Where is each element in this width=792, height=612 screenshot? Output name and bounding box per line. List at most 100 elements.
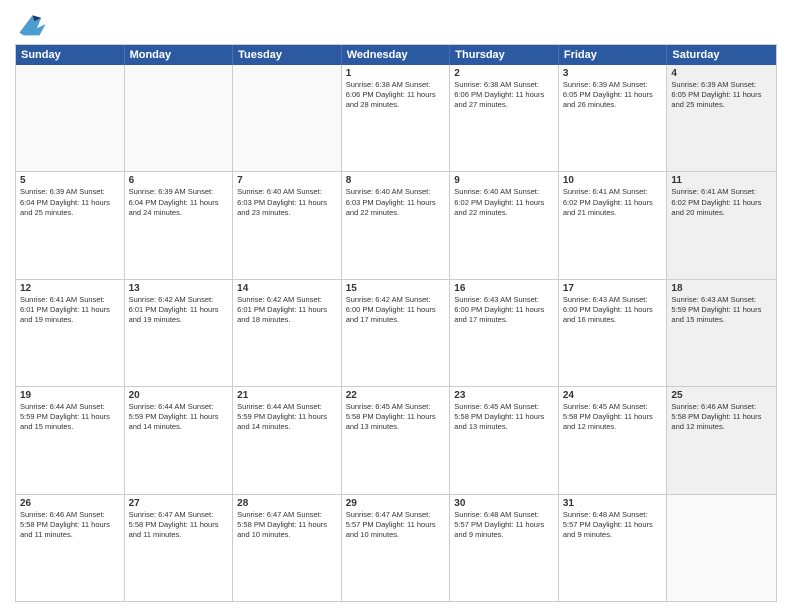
day-number-3: 3: [563, 68, 663, 79]
calendar-cell-2-6: 18Sunrise: 6:43 AM Sunset: 5:59 PM Dayli…: [667, 280, 776, 386]
calendar-cell-1-0: 5Sunrise: 6:39 AM Sunset: 6:04 PM Daylig…: [16, 172, 125, 278]
calendar: SundayMondayTuesdayWednesdayThursdayFrid…: [15, 44, 777, 602]
calendar-cell-3-4: 23Sunrise: 6:45 AM Sunset: 5:58 PM Dayli…: [450, 387, 559, 493]
day-number-13: 13: [129, 283, 229, 294]
day-info-7: Sunrise: 6:40 AM Sunset: 6:03 PM Dayligh…: [237, 187, 337, 217]
day-info-14: Sunrise: 6:42 AM Sunset: 6:01 PM Dayligh…: [237, 295, 337, 325]
calendar-cell-1-3: 8Sunrise: 6:40 AM Sunset: 6:03 PM Daylig…: [342, 172, 451, 278]
day-number-16: 16: [454, 283, 554, 294]
header-day-sunday: Sunday: [16, 45, 125, 65]
day-number-18: 18: [671, 283, 772, 294]
day-info-19: Sunrise: 6:44 AM Sunset: 5:59 PM Dayligh…: [20, 402, 120, 432]
logo-icon: [15, 10, 50, 38]
day-number-29: 29: [346, 498, 446, 509]
calendar-cell-4-0: 26Sunrise: 6:46 AM Sunset: 5:58 PM Dayli…: [16, 495, 125, 601]
calendar-cell-1-5: 10Sunrise: 6:41 AM Sunset: 6:02 PM Dayli…: [559, 172, 668, 278]
day-number-21: 21: [237, 390, 337, 401]
calendar-row-2: 12Sunrise: 6:41 AM Sunset: 6:01 PM Dayli…: [16, 280, 776, 387]
day-info-25: Sunrise: 6:46 AM Sunset: 5:58 PM Dayligh…: [671, 402, 772, 432]
day-number-4: 4: [671, 68, 772, 79]
day-number-14: 14: [237, 283, 337, 294]
day-info-17: Sunrise: 6:43 AM Sunset: 6:00 PM Dayligh…: [563, 295, 663, 325]
calendar-cell-1-6: 11Sunrise: 6:41 AM Sunset: 6:02 PM Dayli…: [667, 172, 776, 278]
day-info-3: Sunrise: 6:39 AM Sunset: 6:05 PM Dayligh…: [563, 80, 663, 110]
calendar-row-1: 5Sunrise: 6:39 AM Sunset: 6:04 PM Daylig…: [16, 172, 776, 279]
calendar-cell-2-0: 12Sunrise: 6:41 AM Sunset: 6:01 PM Dayli…: [16, 280, 125, 386]
day-number-10: 10: [563, 175, 663, 186]
calendar-cell-3-2: 21Sunrise: 6:44 AM Sunset: 5:59 PM Dayli…: [233, 387, 342, 493]
day-info-18: Sunrise: 6:43 AM Sunset: 5:59 PM Dayligh…: [671, 295, 772, 325]
day-info-28: Sunrise: 6:47 AM Sunset: 5:58 PM Dayligh…: [237, 510, 337, 540]
day-info-10: Sunrise: 6:41 AM Sunset: 6:02 PM Dayligh…: [563, 187, 663, 217]
day-number-28: 28: [237, 498, 337, 509]
day-info-5: Sunrise: 6:39 AM Sunset: 6:04 PM Dayligh…: [20, 187, 120, 217]
calendar-cell-2-4: 16Sunrise: 6:43 AM Sunset: 6:00 PM Dayli…: [450, 280, 559, 386]
day-info-11: Sunrise: 6:41 AM Sunset: 6:02 PM Dayligh…: [671, 187, 772, 217]
calendar-cell-4-6: [667, 495, 776, 601]
calendar-cell-0-2: [233, 65, 342, 171]
header-day-wednesday: Wednesday: [342, 45, 451, 65]
day-info-30: Sunrise: 6:48 AM Sunset: 5:57 PM Dayligh…: [454, 510, 554, 540]
day-info-24: Sunrise: 6:45 AM Sunset: 5:58 PM Dayligh…: [563, 402, 663, 432]
day-info-4: Sunrise: 6:39 AM Sunset: 6:05 PM Dayligh…: [671, 80, 772, 110]
day-info-1: Sunrise: 6:38 AM Sunset: 6:06 PM Dayligh…: [346, 80, 446, 110]
page: SundayMondayTuesdayWednesdayThursdayFrid…: [0, 0, 792, 612]
day-number-17: 17: [563, 283, 663, 294]
day-number-27: 27: [129, 498, 229, 509]
day-info-15: Sunrise: 6:42 AM Sunset: 6:00 PM Dayligh…: [346, 295, 446, 325]
calendar-cell-3-0: 19Sunrise: 6:44 AM Sunset: 5:59 PM Dayli…: [16, 387, 125, 493]
day-info-29: Sunrise: 6:47 AM Sunset: 5:57 PM Dayligh…: [346, 510, 446, 540]
calendar-row-3: 19Sunrise: 6:44 AM Sunset: 5:59 PM Dayli…: [16, 387, 776, 494]
day-info-31: Sunrise: 6:48 AM Sunset: 5:57 PM Dayligh…: [563, 510, 663, 540]
calendar-cell-0-3: 1Sunrise: 6:38 AM Sunset: 6:06 PM Daylig…: [342, 65, 451, 171]
day-info-13: Sunrise: 6:42 AM Sunset: 6:01 PM Dayligh…: [129, 295, 229, 325]
day-number-26: 26: [20, 498, 120, 509]
calendar-cell-1-2: 7Sunrise: 6:40 AM Sunset: 6:03 PM Daylig…: [233, 172, 342, 278]
calendar-cell-1-4: 9Sunrise: 6:40 AM Sunset: 6:02 PM Daylig…: [450, 172, 559, 278]
header-day-tuesday: Tuesday: [233, 45, 342, 65]
calendar-cell-4-1: 27Sunrise: 6:47 AM Sunset: 5:58 PM Dayli…: [125, 495, 234, 601]
day-info-6: Sunrise: 6:39 AM Sunset: 6:04 PM Dayligh…: [129, 187, 229, 217]
day-number-20: 20: [129, 390, 229, 401]
calendar-row-0: 1Sunrise: 6:38 AM Sunset: 6:06 PM Daylig…: [16, 65, 776, 172]
calendar-cell-3-1: 20Sunrise: 6:44 AM Sunset: 5:59 PM Dayli…: [125, 387, 234, 493]
calendar-cell-4-2: 28Sunrise: 6:47 AM Sunset: 5:58 PM Dayli…: [233, 495, 342, 601]
day-number-12: 12: [20, 283, 120, 294]
calendar-cell-2-2: 14Sunrise: 6:42 AM Sunset: 6:01 PM Dayli…: [233, 280, 342, 386]
calendar-cell-3-3: 22Sunrise: 6:45 AM Sunset: 5:58 PM Dayli…: [342, 387, 451, 493]
day-info-9: Sunrise: 6:40 AM Sunset: 6:02 PM Dayligh…: [454, 187, 554, 217]
calendar-body: 1Sunrise: 6:38 AM Sunset: 6:06 PM Daylig…: [16, 65, 776, 601]
calendar-cell-0-4: 2Sunrise: 6:38 AM Sunset: 6:06 PM Daylig…: [450, 65, 559, 171]
day-info-27: Sunrise: 6:47 AM Sunset: 5:58 PM Dayligh…: [129, 510, 229, 540]
day-number-6: 6: [129, 175, 229, 186]
calendar-cell-0-1: [125, 65, 234, 171]
day-number-11: 11: [671, 175, 772, 186]
day-number-22: 22: [346, 390, 446, 401]
day-info-8: Sunrise: 6:40 AM Sunset: 6:03 PM Dayligh…: [346, 187, 446, 217]
day-info-23: Sunrise: 6:45 AM Sunset: 5:58 PM Dayligh…: [454, 402, 554, 432]
day-info-16: Sunrise: 6:43 AM Sunset: 6:00 PM Dayligh…: [454, 295, 554, 325]
header-day-friday: Friday: [559, 45, 668, 65]
day-number-5: 5: [20, 175, 120, 186]
day-number-1: 1: [346, 68, 446, 79]
calendar-row-4: 26Sunrise: 6:46 AM Sunset: 5:58 PM Dayli…: [16, 495, 776, 601]
calendar-cell-4-4: 30Sunrise: 6:48 AM Sunset: 5:57 PM Dayli…: [450, 495, 559, 601]
calendar-cell-2-1: 13Sunrise: 6:42 AM Sunset: 6:01 PM Dayli…: [125, 280, 234, 386]
day-info-20: Sunrise: 6:44 AM Sunset: 5:59 PM Dayligh…: [129, 402, 229, 432]
day-info-22: Sunrise: 6:45 AM Sunset: 5:58 PM Dayligh…: [346, 402, 446, 432]
calendar-cell-0-5: 3Sunrise: 6:39 AM Sunset: 6:05 PM Daylig…: [559, 65, 668, 171]
day-number-9: 9: [454, 175, 554, 186]
day-info-26: Sunrise: 6:46 AM Sunset: 5:58 PM Dayligh…: [20, 510, 120, 540]
logo: [15, 10, 54, 38]
day-number-19: 19: [20, 390, 120, 401]
day-number-15: 15: [346, 283, 446, 294]
calendar-header: SundayMondayTuesdayWednesdayThursdayFrid…: [16, 45, 776, 65]
header-day-monday: Monday: [125, 45, 234, 65]
calendar-cell-2-5: 17Sunrise: 6:43 AM Sunset: 6:00 PM Dayli…: [559, 280, 668, 386]
day-info-2: Sunrise: 6:38 AM Sunset: 6:06 PM Dayligh…: [454, 80, 554, 110]
day-number-23: 23: [454, 390, 554, 401]
header-day-thursday: Thursday: [450, 45, 559, 65]
header: [15, 10, 777, 38]
day-info-12: Sunrise: 6:41 AM Sunset: 6:01 PM Dayligh…: [20, 295, 120, 325]
calendar-cell-0-0: [16, 65, 125, 171]
